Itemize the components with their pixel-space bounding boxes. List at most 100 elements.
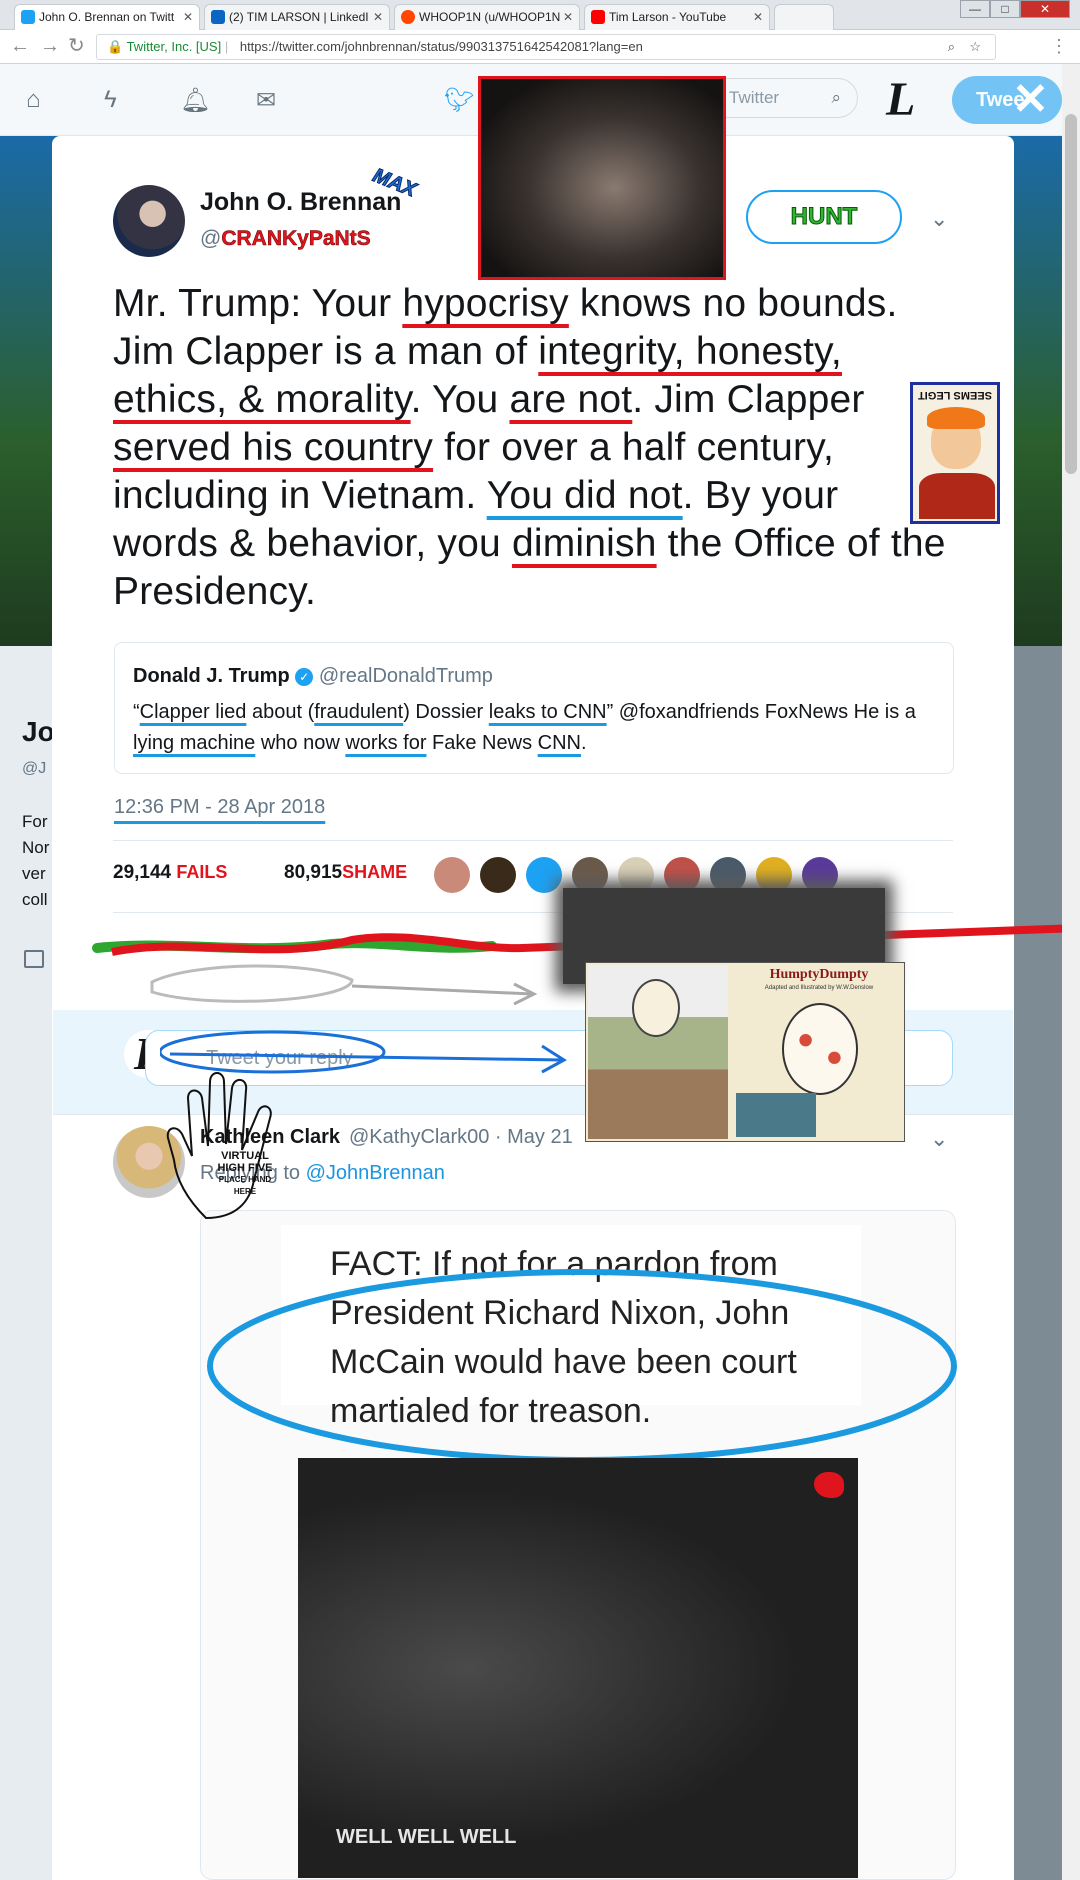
- scrollbar-thumb[interactable]: [1065, 114, 1077, 474]
- quoted-author-name: Donald J. Trump: [133, 665, 290, 687]
- tab-label: John O. Brennan on Twitt: [39, 10, 175, 24]
- browser-tab[interactable]: (2) TIM LARSON | LinkedI ✕: [204, 4, 390, 30]
- humpty-book-cover: [736, 1093, 816, 1137]
- liker-avatar[interactable]: [480, 857, 516, 893]
- reply-author-handle[interactable]: @KathyClark00 · May 21: [349, 1126, 573, 1149]
- tab-label: WHOOP1N (u/WHOOP1N: [419, 10, 561, 24]
- forward-arrow-icon[interactable]: →: [40, 36, 60, 56]
- tweet-timestamp[interactable]: 12:36 PM - 28 Apr 2018: [114, 796, 325, 819]
- hand-text-line: VIRTUAL: [221, 1150, 269, 1162]
- photo-caption: WELL WELL WELL: [336, 1826, 517, 1848]
- star-icon[interactable]: ☆: [969, 35, 981, 59]
- quoted-underlined-phrase: leaks to CNN: [488, 701, 607, 723]
- fry-meme-text: SEEMS LEGIT: [918, 389, 992, 401]
- tab-close-icon[interactable]: ✕: [563, 5, 573, 29]
- hand-text: VIRTUAL HIGH FIVE PLACE HAND HERE: [210, 1150, 280, 1198]
- quoted-text-segment: .: [580, 732, 587, 754]
- profile-avatar-letter[interactable]: L: [886, 72, 915, 127]
- url-input[interactable]: 🔒 Twitter, Inc. [US] | https://twitter.c…: [96, 34, 996, 60]
- handle-overlay: CRANKyPaNtS: [221, 227, 371, 251]
- humpty-dumpty-image: HumptyDumpty Adapted and Illustrated by …: [585, 962, 905, 1142]
- browser-tab[interactable]: John O. Brennan on Twitt ✕: [14, 4, 200, 30]
- moments-icon[interactable]: ϟ: [104, 86, 117, 114]
- hand-text-line: PLACE HAND: [218, 1175, 272, 1184]
- bio-line: coll: [22, 890, 48, 909]
- quoted-text-segment: who now: [255, 732, 346, 754]
- fry-jacket: [919, 473, 995, 519]
- profile-handle-partial: @J: [22, 760, 47, 777]
- quoted-tweet[interactable]: Donald J. Trump ✓ @realDonaldTrump “Clap…: [114, 642, 954, 774]
- chevron-down-icon[interactable]: ⌄: [930, 1126, 948, 1152]
- verified-badge-icon: ✓: [295, 668, 314, 686]
- humpty-egg-right: [782, 1003, 858, 1095]
- tweet-text: Mr. Trump: Your hypocrisy knows no bound…: [113, 280, 953, 616]
- author-handle[interactable]: @CRANKyPaNtS: [200, 227, 371, 251]
- quoted-underlined-phrase: Clapper lied: [139, 701, 247, 723]
- retweet-count[interactable]: 29,144 FAILS: [113, 862, 227, 884]
- quoted-underlined-phrase: lying machine: [133, 732, 256, 754]
- like-count[interactable]: 80,915SHAME: [284, 862, 407, 884]
- hand-outline: [166, 1072, 272, 1220]
- quoted-text-segment: ” @foxandfriends FoxNews He is a: [606, 701, 916, 723]
- new-tab-button[interactable]: [774, 4, 834, 30]
- underlined-phrase: served his country: [113, 426, 434, 469]
- author-avatar[interactable]: [113, 185, 185, 257]
- tab-close-icon[interactable]: ✕: [183, 5, 193, 29]
- twitter-bird-icon[interactable]: 🐦︎: [444, 86, 474, 115]
- gray-oval-scribble: [150, 964, 354, 1003]
- notifications-icon[interactable]: 🔔︎: [180, 86, 210, 115]
- quoted-text-segment: ) Dossier: [403, 701, 489, 723]
- bio-line: Nor: [22, 838, 50, 857]
- reload-icon[interactable]: ↻: [68, 36, 85, 56]
- linkedin-favicon-icon: [211, 10, 225, 24]
- quoted-underlined-phrase: works for: [345, 732, 427, 754]
- blue-oval-scribble: [207, 1269, 957, 1463]
- underlined-phrase: diminish: [511, 522, 657, 565]
- quoted-text-segment: “: [133, 701, 140, 723]
- search-icon[interactable]: ⌕: [831, 79, 841, 117]
- tab-label: (2) TIM LARSON | LinkedI: [229, 10, 369, 24]
- browser-tab[interactable]: WHOOP1N (u/WHOOP1N ✕: [394, 4, 580, 30]
- humpty-subtitle: Adapted and Illustrated by W.W.Denslow: [764, 985, 874, 991]
- author-name[interactable]: John O. Brennan: [200, 188, 401, 217]
- close-window-button[interactable]: ✕: [1020, 0, 1070, 18]
- like-number: 80,915: [284, 862, 343, 883]
- secure-label: Twitter, Inc. [US]: [126, 39, 222, 54]
- liker-avatar[interactable]: [526, 857, 562, 893]
- replying-to-handle[interactable]: @JohnBrennan: [306, 1162, 445, 1184]
- search-input[interactable]: Twitter ⌕: [708, 78, 858, 118]
- underlined-phrase: hypocrisy: [402, 282, 569, 325]
- underlined-phrase: You did not: [486, 474, 683, 517]
- home-icon[interactable]: ⌂: [26, 86, 41, 114]
- quoted-underlined-phrase: CNN: [537, 732, 581, 754]
- minimize-button[interactable]: —: [960, 0, 990, 18]
- back-arrow-icon[interactable]: ←: [10, 36, 30, 56]
- twitter-bird-icon: [814, 1472, 844, 1498]
- tab-close-icon[interactable]: ✕: [753, 5, 763, 29]
- quoted-author-handle: @realDonaldTrump: [318, 665, 493, 687]
- reddit-favicon-icon: [401, 10, 415, 24]
- divider: [113, 840, 953, 841]
- quoted-text-segment: about (: [246, 701, 315, 723]
- zoom-icon[interactable]: ⌕: [948, 35, 955, 59]
- messages-icon[interactable]: ✉: [256, 86, 276, 115]
- nixon-mccain-photo: [298, 1458, 858, 1878]
- address-bar-row: ← → ↻ 🔒 Twitter, Inc. [US] | https://twi…: [0, 30, 1080, 64]
- bio-line: ver: [22, 864, 46, 883]
- browser-tab[interactable]: Tim Larson - YouTube ✕: [584, 4, 770, 30]
- quoted-text-segment: Fake News: [426, 732, 538, 754]
- chevron-down-icon[interactable]: ⌄: [930, 206, 948, 232]
- tab-label: Tim Larson - YouTube: [609, 10, 727, 24]
- scrollbar[interactable]: [1062, 64, 1080, 1880]
- url-text: https://twitter.com/johnbrennan/status/9…: [239, 39, 643, 54]
- tab-close-icon[interactable]: ✕: [373, 5, 383, 29]
- maximize-button[interactable]: □: [990, 0, 1020, 18]
- tweet-text-segment: . You: [410, 378, 510, 421]
- liker-avatar[interactable]: [434, 857, 470, 893]
- menu-icon[interactable]: ⋮: [1050, 36, 1068, 56]
- humpty-title: HumptyDumpty: [769, 967, 869, 982]
- profile-side-panel: Jo @J For Nor ver coll: [0, 646, 55, 1880]
- calendar-icon: [24, 950, 44, 968]
- close-icon[interactable]: ✕: [1012, 74, 1049, 125]
- follow-button[interactable]: HUNT: [746, 190, 902, 244]
